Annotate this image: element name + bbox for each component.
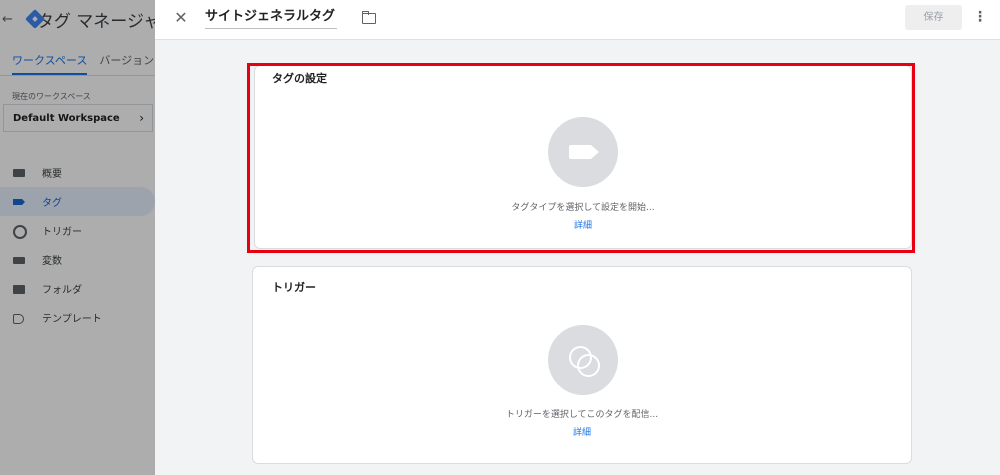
tag-configuration-learn-more-link[interactable]: 詳細	[255, 218, 911, 231]
triggering-card[interactable]: トリガー トリガーを選択してこのタグを配信... 詳細	[252, 266, 912, 464]
tag-configuration-heading: タグの設定	[272, 72, 327, 85]
trigger-placeholder[interactable]	[548, 325, 618, 395]
tag-name-input[interactable]: サイトジェネラルタグ	[205, 7, 338, 29]
tag-editor-panel: ✕ サイトジェネラルタグ 保存 ⋮ タグの設定 タグタイプを選択して設定を開始.…	[155, 0, 1000, 475]
more-vert-icon[interactable]: ⋮	[973, 8, 987, 28]
folder-icon[interactable]	[362, 11, 376, 24]
editor-header: ✕ サイトジェネラルタグ 保存 ⋮	[155, 0, 1000, 40]
tag-icon	[569, 145, 599, 159]
tag-type-placeholder[interactable]	[548, 117, 618, 187]
trigger-icon	[566, 343, 600, 377]
triggering-learn-more-link[interactable]: 詳細	[253, 425, 911, 438]
tag-configuration-hint: タグタイプを選択して設定を開始...	[511, 203, 655, 213]
tag-configuration-card[interactable]: タグの設定 タグタイプを選択して設定を開始... 詳細	[254, 65, 912, 249]
modal-scrim[interactable]	[0, 0, 155, 475]
triggering-heading: トリガー	[272, 281, 316, 294]
close-icon[interactable]: ✕	[173, 8, 189, 28]
triggering-hint: トリガーを選択してこのタグを配信...	[505, 410, 659, 420]
save-button[interactable]: 保存	[905, 5, 962, 30]
